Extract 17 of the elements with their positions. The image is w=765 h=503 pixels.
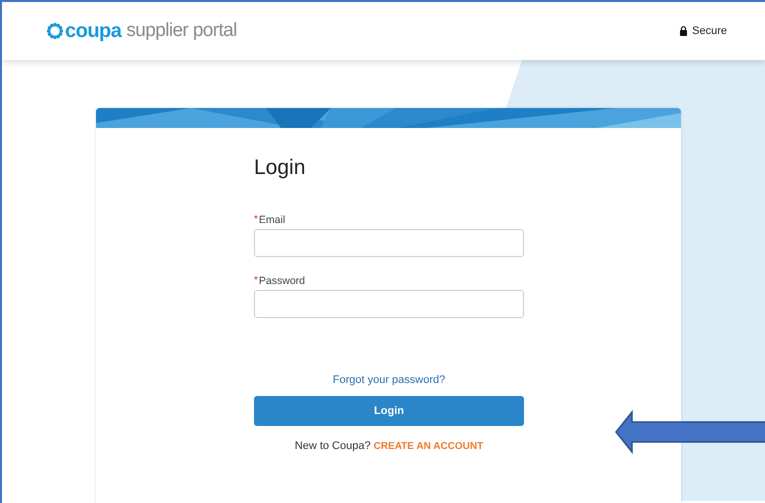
left-arrow-icon: [615, 410, 765, 454]
forgot-password-link[interactable]: Forgot your password?: [332, 374, 446, 386]
login-title: Login: [254, 156, 306, 180]
lock-icon: [680, 26, 688, 36]
create-account-link[interactable]: CREATE AN ACCOUNT: [374, 441, 484, 452]
login-button[interactable]: Login: [254, 396, 524, 426]
required-mark: *: [254, 214, 258, 226]
input-field[interactable]: [254, 290, 524, 318]
field-label: Password: [258, 275, 306, 287]
field-label: Email: [258, 214, 286, 226]
flower-logo-icon: [46, 22, 64, 40]
input-field[interactable]: [254, 229, 524, 257]
logo-brand: coupa: [65, 20, 122, 42]
logo-product: supplier portal: [126, 20, 237, 42]
signup-prompt: New to Coupa?: [294, 440, 371, 452]
required-mark: *: [254, 275, 258, 287]
secure-label: Secure: [692, 25, 727, 37]
